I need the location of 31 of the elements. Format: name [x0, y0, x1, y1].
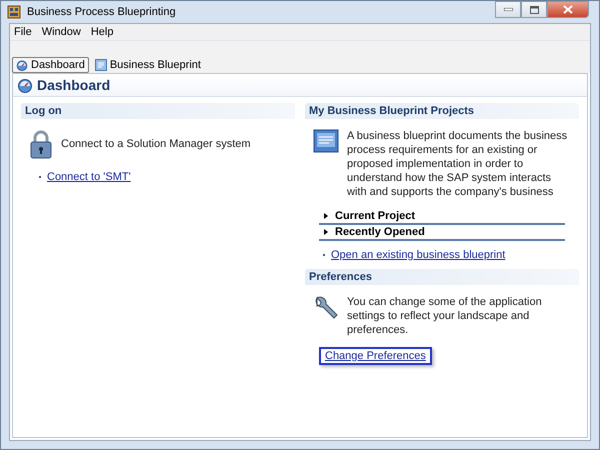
menu-item[interactable]: Help: [90, 26, 114, 38]
logon-description: Connect to a Solution Manager system: [61, 137, 251, 151]
app-icon: [7, 5, 21, 19]
maximize-icon: [530, 6, 538, 14]
dashboard-gauge-icon: [17, 77, 33, 93]
blueprint-description: A business blueprint documents the business process requirements for an existing or proposed implementation in order to understand how the SAP system interacts with and supports the company's business: [347, 129, 568, 199]
section-title: Log on: [25, 105, 62, 117]
close-icon: [563, 5, 573, 14]
tab[interactable]: Dashboard: [12, 57, 89, 73]
section-toggle[interactable]: Current Project: [319, 209, 565, 225]
menu-item[interactable]: File: [14, 26, 32, 38]
dashboard-gauge-icon: [16, 59, 28, 71]
section-title: Preferences: [309, 271, 372, 283]
minimize-button[interactable]: [495, 1, 521, 18]
blueprint-document-icon: [313, 129, 339, 153]
maximize-button[interactable]: [521, 1, 547, 18]
menu-item[interactable]: Window: [42, 26, 81, 38]
close-button[interactable]: [547, 1, 589, 18]
section-toggle[interactable]: Recently Opened: [319, 225, 565, 241]
change-preferences-link[interactable]: Change Preferences: [319, 347, 432, 365]
connect-link[interactable]: Connect to 'SMT': [47, 171, 131, 183]
preferences-description: You can change some of the application settings to reflect your landscape and preferences.: [347, 295, 543, 337]
blueprint-icon: [94, 59, 107, 71]
page-title: Dashboard: [37, 77, 110, 93]
minimize-icon: [504, 8, 512, 11]
padlock-icon: [29, 129, 53, 159]
section-title: My Business Blueprint Projects: [309, 105, 474, 117]
wrench-icon: [313, 295, 339, 321]
open-blueprint-link[interactable]: Open an existing business blueprint: [331, 249, 506, 261]
window-title: Business Process Blueprinting: [27, 6, 177, 18]
tab[interactable]: Business Blueprint: [90, 57, 205, 73]
